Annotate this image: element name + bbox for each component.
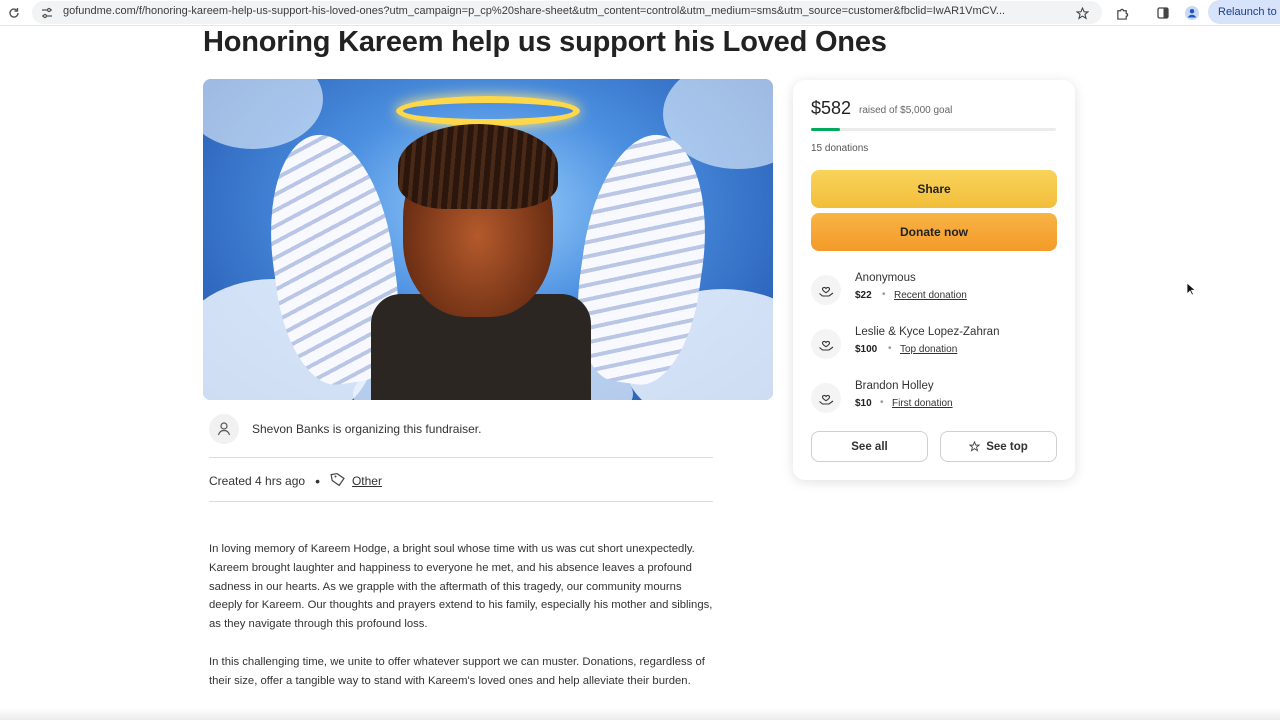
organizer-text: Shevon Banks is organizing this fundrais… [252,422,482,436]
divider [209,457,713,458]
created-text: Created 4 hrs ago [209,473,306,488]
puzzle-icon[interactable] [1112,3,1132,23]
story-paragraph: In loving memory of Kareem Hodge, a brig… [209,543,713,631]
star-icon[interactable] [1072,3,1092,23]
divider [209,501,713,502]
see-all-button[interactable]: See all [811,431,928,462]
share-button[interactable]: Share [811,170,1057,208]
url-text[interactable]: gofundme.com/f/honoring-kareem-help-us-s… [63,5,1073,17]
page-title: Honoring Kareem help us support his Love… [203,26,887,58]
relaunch-button[interactable]: Relaunch to [1208,0,1280,24]
heart-hand-icon [811,329,841,359]
donor-item: Leslie & Kyce Lopez-Zahran $100 • Top do… [811,326,1061,366]
browser-toolbar: gofundme.com/f/honoring-kareem-help-us-s… [0,0,1280,26]
donor-separator: • [880,397,884,408]
donor-amount: $22 [855,290,872,301]
donor-label[interactable]: Top donation [900,344,957,355]
heart-hand-icon [811,383,841,413]
donor-separator: • [882,289,886,300]
see-top-button[interactable]: See top [940,431,1057,462]
site-settings-icon[interactable] [37,3,57,23]
donor-name: Leslie & Kyce Lopez-Zahran [855,326,1000,338]
donation-count: 15 donations [811,143,869,154]
progress-bar [811,128,1056,131]
person-icon [209,414,239,444]
bottom-shadow [0,708,1280,720]
fundraiser-meta: Created 4 hrs ago • Other [209,471,382,490]
donor-item: Brandon Holley $10 • First donation [811,380,1061,420]
donate-now-button[interactable]: Donate now [811,213,1057,251]
mouse-cursor-icon [1186,282,1197,301]
progress-fill [811,128,840,131]
donor-amount: $100 [855,344,878,355]
profile-icon[interactable] [1182,3,1202,23]
goal-text: raised of $5,000 goal [859,105,953,116]
donor-amount: $10 [855,398,872,409]
meta-separator: • [315,472,320,489]
donor-separator: • [888,343,892,354]
donor-label[interactable]: First donation [892,398,953,409]
fundraiser-hero-image [203,79,773,400]
raised-amount: $582 [811,98,852,118]
see-all-label: See all [851,440,888,453]
donor-item: Anonymous $22 • Recent donation [811,272,1061,312]
story-paragraph: In this challenging time, we unite to of… [209,656,705,687]
see-top-label: See top [986,440,1028,453]
reload-icon[interactable] [4,3,24,23]
tag-icon [330,471,346,490]
donor-label[interactable]: Recent donation [894,290,967,301]
donation-card: $582 raised of $5,000 goal 15 donations … [793,80,1075,480]
side-panel-icon[interactable] [1153,3,1173,23]
heart-hand-icon [811,275,841,305]
organizer-row: Shevon Banks is organizing this fundrais… [209,414,481,444]
category-link[interactable]: Other [352,474,382,488]
star-outline-icon [969,441,981,452]
donor-name: Anonymous [855,272,916,284]
donor-name: Brandon Holley [855,380,934,392]
